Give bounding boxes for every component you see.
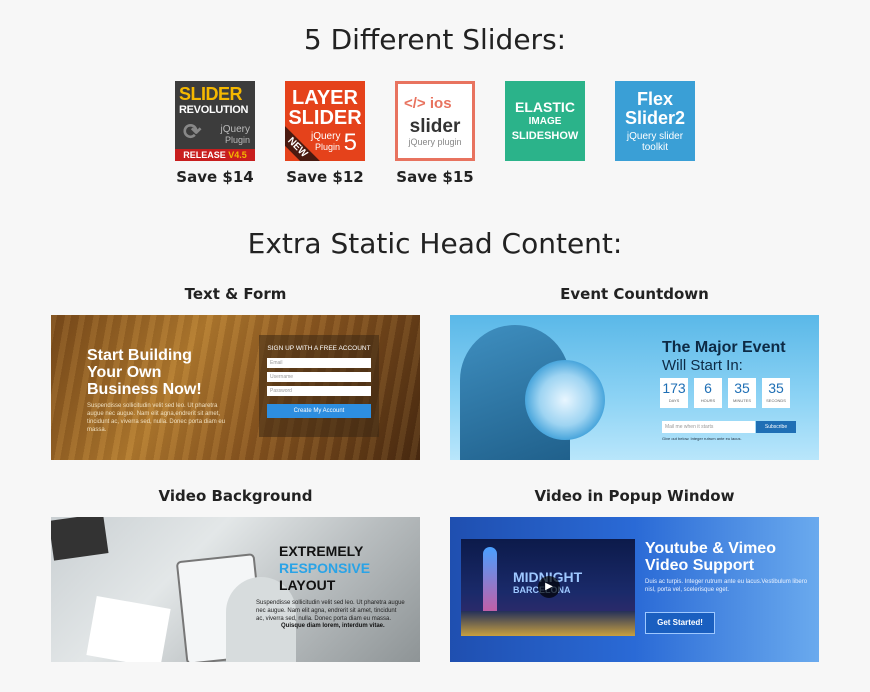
countdown-value: 6: [704, 380, 712, 396]
elastic-slideshow-logo[interactable]: ELASTIC IMAGE SLIDESHOW: [505, 81, 585, 161]
countdown-box: 35 MINUTES: [728, 378, 756, 408]
create-account-button[interactable]: Create My Account: [267, 404, 371, 418]
countdown-unit: HOURS: [700, 398, 716, 403]
headline-line: Your Own: [87, 363, 162, 381]
code-icon: </>: [404, 95, 426, 112]
countdown-box: 173 DAYS: [660, 378, 688, 408]
logo-line2: SLIDER: [288, 107, 362, 129]
body-text: Suspendisse sollicitudin velit sed leo. …: [87, 403, 226, 434]
logo-line4: toolkit: [641, 142, 669, 153]
video-bg-label: Video Background: [158, 487, 313, 505]
logo-line2: IMAGE: [528, 116, 562, 127]
line3: LAYOUT: [279, 577, 336, 593]
video-popup-label: Video in Popup Window: [534, 487, 735, 505]
body-text: Suspendisse sollicitudin velit sed leo. …: [256, 600, 405, 623]
static-heading: Extra Static Head Content:: [247, 227, 623, 260]
ios-line1: </> ios: [404, 96, 452, 111]
logo-line3: jQuery slider: [626, 131, 684, 142]
calculator: [51, 517, 109, 561]
logo-line1: ios: [429, 95, 452, 112]
countdown-unit: DAYS: [668, 398, 680, 403]
password-field[interactable]: Password: [267, 386, 371, 396]
subscribe-button[interactable]: Subscribe: [756, 421, 796, 433]
megaphone: [525, 360, 605, 440]
countdown-value: 35: [768, 380, 784, 396]
countdown-box: 6 HOURS: [694, 378, 722, 408]
logo-line3: jQuery plugin: [408, 137, 462, 147]
title2: Video Support: [645, 557, 755, 574]
countdown-preview[interactable]: The Major Event Will Start In: 173 DAYS 6 H…: [450, 315, 819, 460]
save-label: Save $12: [286, 168, 364, 186]
text-form-preview[interactable]: Start Building Your Own Business Now! Su…: [51, 315, 420, 460]
save-label: Save $15: [396, 168, 474, 186]
release-version: V4.5: [228, 150, 247, 160]
logo-line3: SLIDESHOW: [511, 130, 579, 142]
ios-slider-logo[interactable]: </> ios slider jQuery plugin: [395, 81, 475, 161]
countdown-label: Event Countdown: [560, 285, 709, 303]
get-started-button[interactable]: Get Started!: [645, 612, 715, 634]
logo-line1: SLIDER: [179, 84, 243, 104]
countdown-units: 173 DAYS 6 HOURS 35 MINUTES 35 SECONDS: [660, 378, 790, 408]
play-icon[interactable]: ▶: [538, 576, 560, 598]
logo-line4: Plugin: [315, 142, 341, 152]
logo-line4: Plugin: [224, 135, 250, 145]
headline: Start Building Your Own Business Now!: [87, 347, 202, 398]
paper: [86, 595, 171, 662]
video-popup-preview[interactable]: MIDNIGHT BARCELONA ▶ Youtube & Vimeo Vid…: [450, 517, 819, 662]
logo-line3: jQuery: [311, 131, 341, 142]
email-field[interactable]: Email: [267, 358, 371, 368]
event-subtitle: Will Start In:: [662, 357, 743, 374]
body-text: Duis ac turpis. Integer rutrum ante eu l…: [645, 579, 808, 594]
countdown-unit: SECONDS: [766, 398, 786, 403]
slider-revolution-logo[interactable]: SLIDER REVOLUTION ⟳ jQuery Plugin RELEAS…: [175, 81, 255, 161]
logo-line1: ELASTIC: [515, 99, 575, 115]
bold-text: Quisque diam lorem, interdum vitae.: [281, 623, 385, 629]
subscribe-note: Give out below. Integer rutrum ante eu l…: [662, 436, 742, 441]
logo-line2: slider: [409, 116, 461, 137]
save-label: Save $14: [176, 168, 254, 186]
line2: RESPONSIVE: [279, 560, 371, 576]
release-bar: RELEASE V4.5: [175, 149, 255, 161]
email-input[interactable]: Mail me when it starts: [662, 421, 755, 433]
city-lights: [461, 611, 635, 636]
logo-line2: Slider2: [624, 108, 686, 128]
video-bg-preview[interactable]: EXTREMELY RESPONSIVE LAYOUT Suspendisse …: [51, 517, 420, 662]
username-field[interactable]: Username: [267, 372, 371, 382]
form-title: SIGN UP WITH A FREE ACCOUNT: [267, 345, 371, 352]
text-form-label: Text & Form: [184, 285, 287, 303]
countdown-box: 35 SECONDS: [762, 378, 790, 408]
line1: EXTREMELY: [279, 543, 364, 559]
release-label: RELEASE: [183, 150, 226, 160]
event-title: The Major Event: [662, 339, 786, 356]
headline-line: Start Building: [87, 347, 192, 364]
sliders-heading: 5 Different Sliders:: [303, 23, 567, 56]
layer-slider-logo[interactable]: LAYER SLIDER jQuery Plugin 5 NEW: [285, 81, 365, 161]
logo-line1: Flex: [636, 89, 674, 109]
headline-line: Business Now!: [87, 380, 202, 398]
countdown-value: 173: [662, 380, 686, 396]
logo-line3: jQuery: [220, 124, 250, 135]
refresh-icon: ⟳: [183, 119, 202, 144]
logo-line2: REVOLUTION: [179, 104, 249, 116]
countdown-unit: MINUTES: [733, 398, 751, 403]
countdown-value: 35: [734, 380, 750, 396]
signup-form: SIGN UP WITH A FREE ACCOUNT Email Userna…: [259, 335, 379, 437]
video-frame[interactable]: MIDNIGHT BARCELONA ▶: [461, 539, 635, 636]
logo-number: 5: [343, 129, 357, 156]
flexslider-logo[interactable]: Flex Slider2 jQuery slider toolkit: [615, 81, 695, 161]
title1: Youtube & Vimeo: [645, 540, 776, 557]
